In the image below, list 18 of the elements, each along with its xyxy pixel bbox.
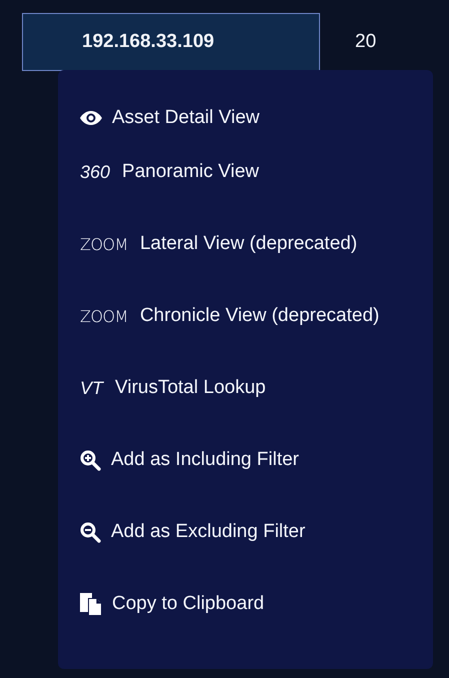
menu-item[interactable]: 360 Panoramic View <box>80 136 425 208</box>
tag-text: ZOOM <box>80 306 128 326</box>
copy-icon <box>80 593 102 615</box>
menu-item[interactable]: ZOOM Lateral View (deprecated) <box>80 208 425 280</box>
tag-text: 360 <box>80 162 110 182</box>
menu-item[interactable]: ZOOM Chronicle View (deprecated) <box>80 280 425 352</box>
menu-item[interactable]: Add as Including Filter <box>80 424 425 496</box>
tag-text: VT <box>80 378 104 398</box>
eye-icon <box>80 111 102 125</box>
menu-item[interactable]: Copy to Clipboard <box>80 568 425 640</box>
menu-item[interactable]: Add as Excluding Filter <box>80 496 425 568</box>
tag-text: ZOOM <box>80 234 128 254</box>
table-cell[interactable]: 192.168.33.109 <box>22 13 320 71</box>
zoom-in-icon <box>80 450 101 470</box>
menu-item[interactable]: VT VirusTotal Lookup <box>80 352 425 424</box>
zoom-out-icon <box>80 522 101 542</box>
menu-item[interactable]: Asset Detail View <box>80 100 425 136</box>
table-cell: 20 <box>355 31 376 53</box>
